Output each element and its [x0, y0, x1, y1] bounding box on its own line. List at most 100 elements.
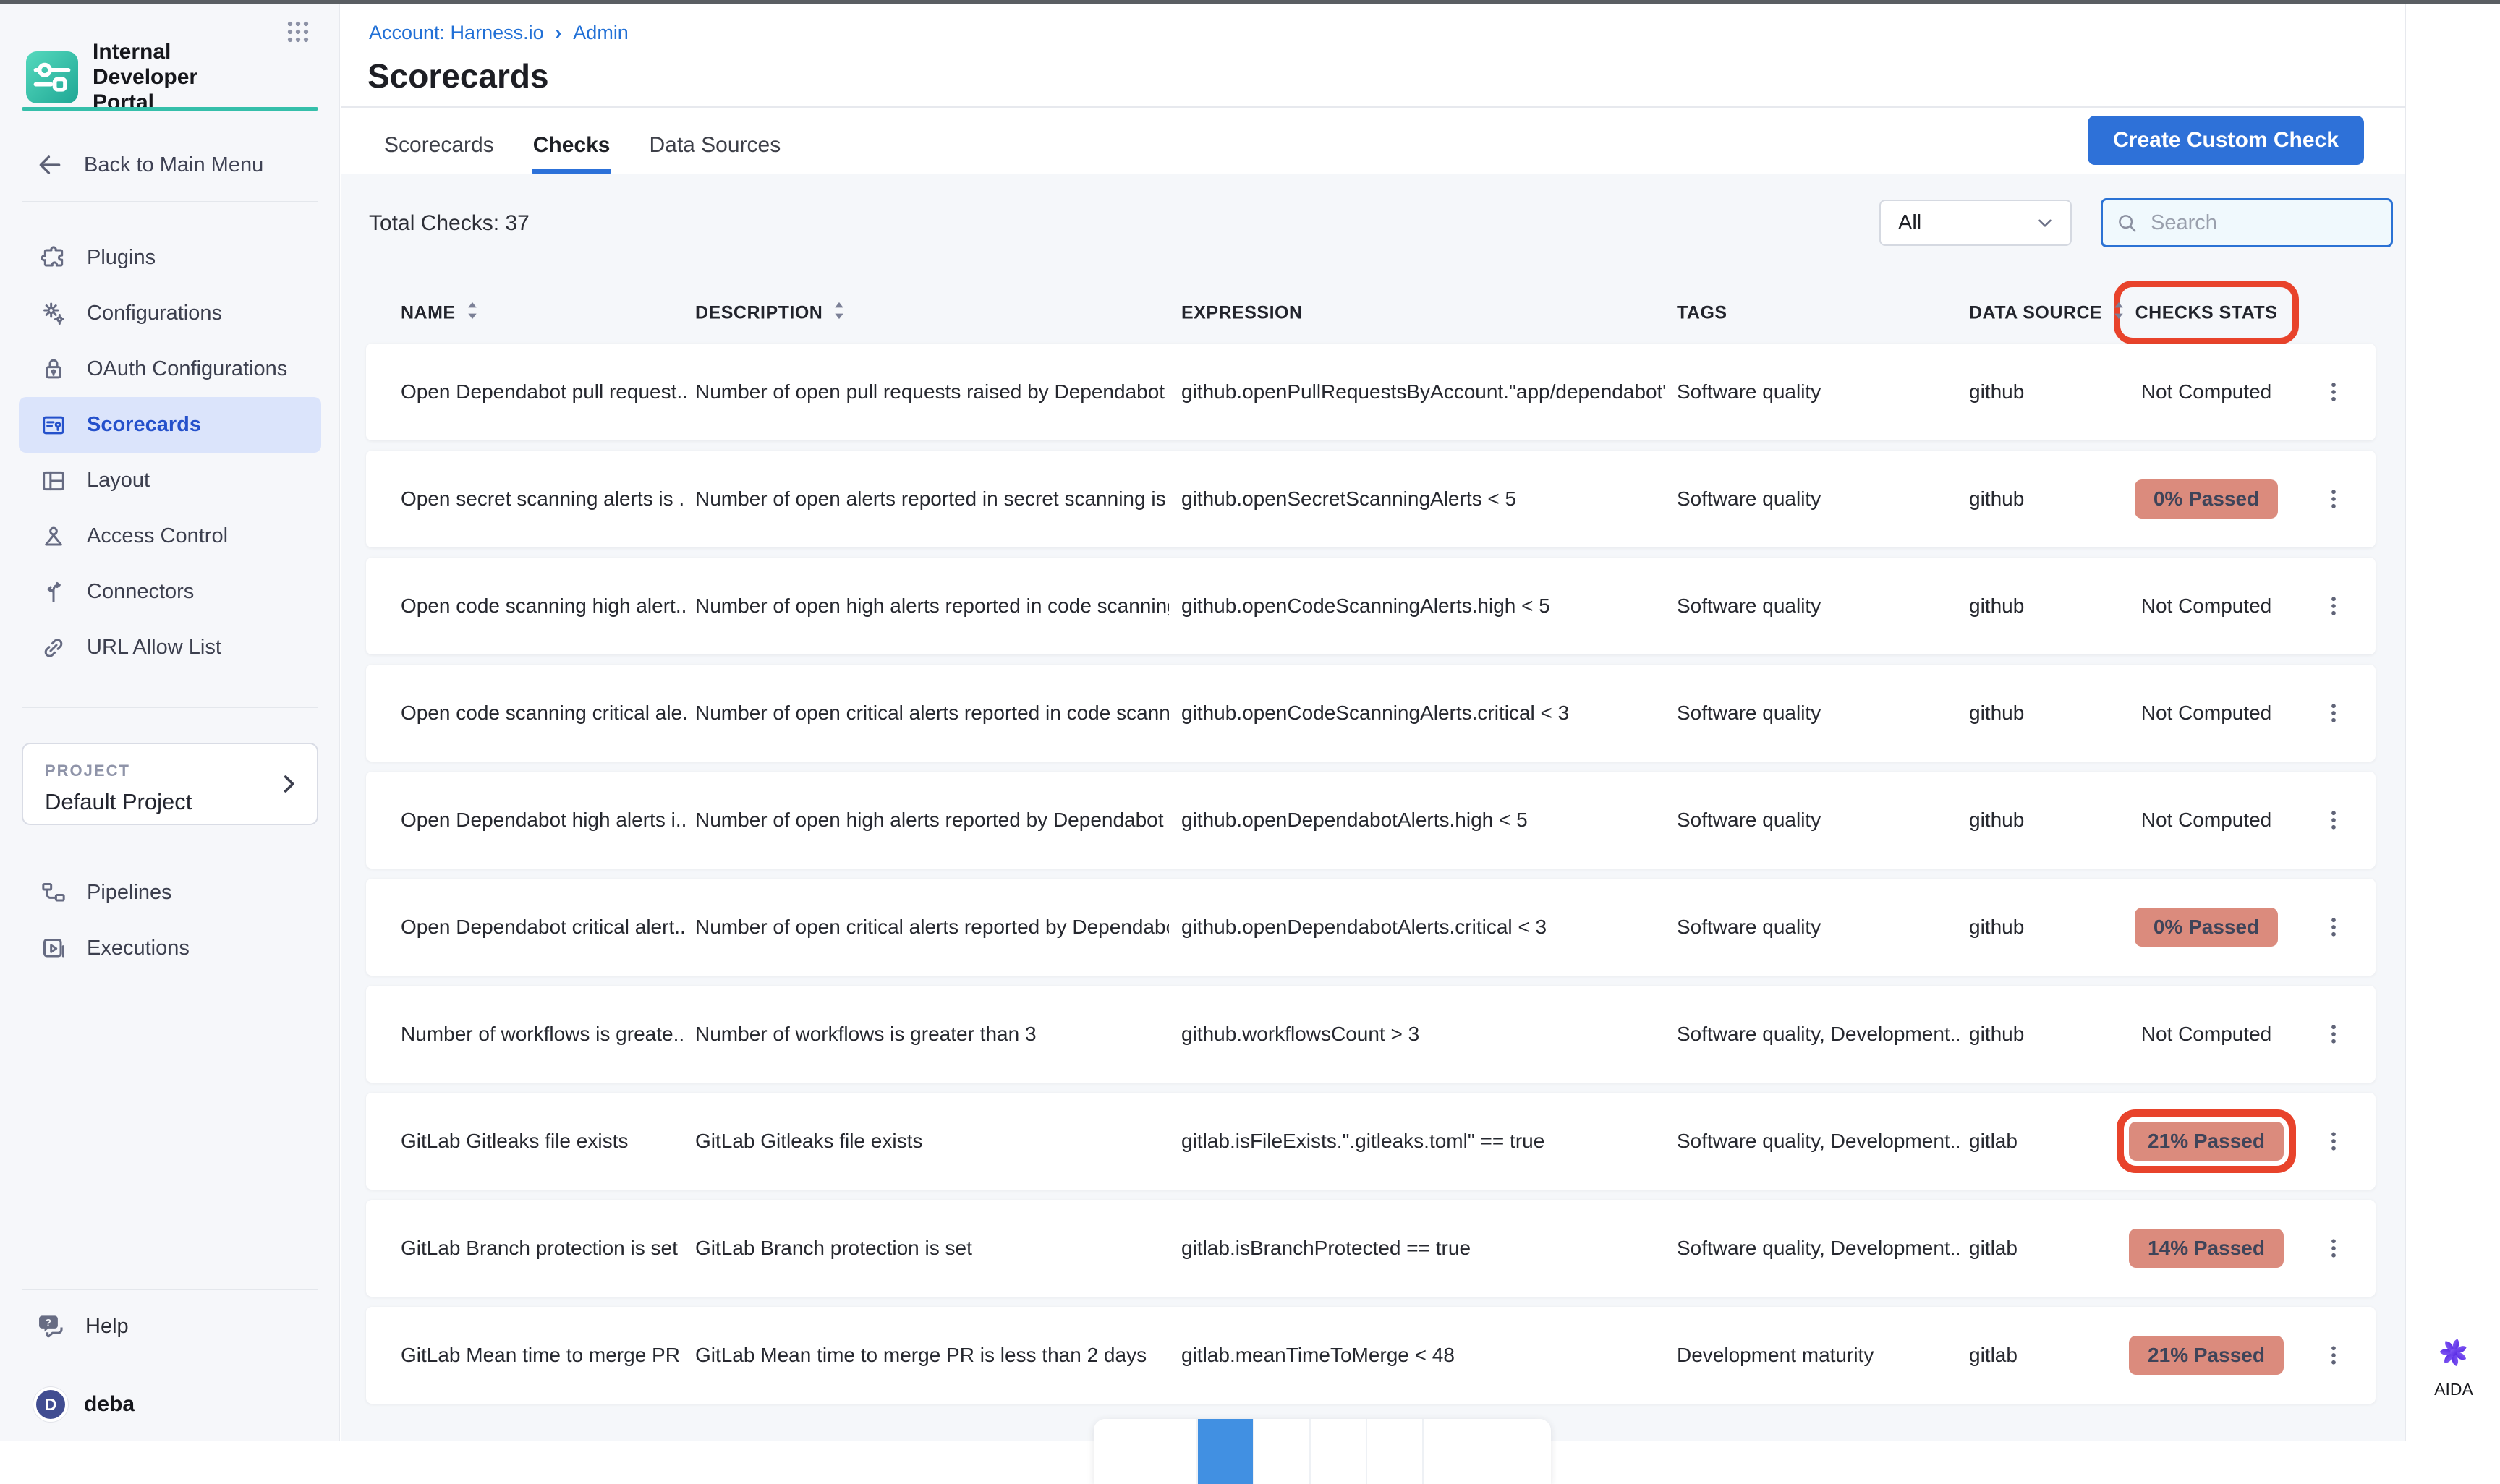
kebab-menu-icon[interactable] — [2319, 907, 2348, 947]
pagination — [1094, 1419, 1551, 1484]
check-data-source: github — [1969, 487, 2024, 511]
column-label: DESCRIPTION — [695, 303, 822, 324]
help-button[interactable]: ? Help — [13, 1308, 327, 1345]
tab-scorecards[interactable]: Scorecards — [383, 120, 496, 174]
check-description: Number of open pull requests raised by D… — [695, 380, 1169, 404]
check-data-source: gitlab — [1969, 1130, 2018, 1153]
check-name: Open secret scanning alerts is ... — [401, 487, 686, 511]
scorecards-icon — [39, 411, 68, 440]
sort-icon[interactable] — [456, 300, 480, 327]
search-icon — [2115, 211, 2138, 234]
table-row[interactable]: Open Dependabot critical alert...Number … — [366, 879, 2376, 976]
sidebar-item-oauth-configurations[interactable]: OAuth Configurations — [19, 341, 321, 397]
check-description: Number of open alerts reported in secret… — [695, 487, 1169, 511]
kebab-menu-icon[interactable] — [2319, 1228, 2348, 1268]
stats-text: Not Computed — [2141, 702, 2272, 725]
kebab-menu-icon[interactable] — [2319, 1014, 2348, 1054]
check-stats-cell: 0% Passed — [2083, 479, 2329, 519]
check-name: GitLab Gitleaks file exists — [401, 1130, 686, 1153]
help-label: Help — [85, 1315, 129, 1339]
check-description: Number of workflows is greater than 3 — [695, 1023, 1169, 1046]
page-button-active[interactable] — [1196, 1419, 1253, 1484]
datasource-filter-select[interactable]: All — [1879, 200, 2072, 246]
sidebar-item-plugins[interactable]: Plugins — [19, 230, 321, 286]
kebab-menu-icon[interactable] — [2319, 1335, 2348, 1376]
user-name: deba — [84, 1392, 135, 1417]
stats-text: Not Computed — [2141, 594, 2272, 618]
kebab-menu-icon[interactable] — [2319, 1121, 2348, 1161]
search-input[interactable] — [2101, 198, 2393, 247]
sidebar-item-executions[interactable]: Executions — [19, 921, 321, 976]
sidebar-item-layout[interactable]: Layout — [19, 453, 321, 508]
sidebar-item-pipelines[interactable]: Pipelines — [19, 865, 321, 921]
table-row[interactable]: Open Dependabot high alerts i...Number o… — [366, 772, 2376, 869]
check-description: GitLab Gitleaks file exists — [695, 1130, 1169, 1153]
project-selector[interactable]: PROJECT Default Project — [22, 743, 318, 825]
table-row[interactable]: Open code scanning high alert...Number o… — [366, 558, 2376, 654]
check-name: Open code scanning high alert... — [401, 594, 686, 618]
aida-label: AIDA — [2434, 1380, 2473, 1399]
check-expression: github.openCodeScanningAlerts.critical <… — [1181, 702, 1666, 725]
check-name: GitLab Branch protection is set — [401, 1237, 686, 1260]
back-to-main-menu[interactable]: Back to Main Menu — [13, 146, 327, 184]
user-menu[interactable]: D deba — [13, 1384, 327, 1425]
grid-menu-icon[interactable] — [282, 16, 314, 48]
sidebar-menu: PluginsConfigurations OAuth Configuration… — [0, 230, 340, 675]
column-header-checks-stats: CHECKS STATS — [2083, 303, 2329, 324]
column-header-name[interactable]: NAME — [401, 300, 480, 327]
sidebar: Internal Developer Portal Back to Main M… — [0, 4, 340, 1441]
table-row[interactable]: Number of workflows is greate...Number o… — [366, 986, 2376, 1083]
stats-badge: 21% Passed — [2129, 1336, 2284, 1375]
check-name: GitLab Mean time to merge PR ... — [401, 1344, 686, 1367]
check-stats-cell: 21% Passed — [2083, 1122, 2329, 1161]
breadcrumb-account[interactable]: Account: Harness.io — [369, 22, 544, 44]
sidebar-item-label: OAuth Configurations — [87, 357, 287, 381]
table-row[interactable]: Open code scanning critical ale...Number… — [366, 665, 2376, 762]
table-row[interactable]: Open Dependabot pull request...Number of… — [366, 344, 2376, 440]
page-button[interactable] — [1253, 1419, 1309, 1484]
table-row[interactable]: GitLab Mean time to merge PR ...GitLab M… — [366, 1307, 2376, 1404]
aida-button[interactable]: AIDA — [2406, 1332, 2500, 1399]
check-tags: Development maturity — [1677, 1344, 1959, 1367]
sidebar-item-url-allow-list[interactable]: URL Allow List — [19, 620, 321, 675]
filter-value: All — [1898, 211, 2034, 235]
sidebar-item-access-control[interactable]: Access Control — [19, 508, 321, 564]
check-tags: Software quality — [1677, 916, 1959, 939]
access-control-icon — [39, 522, 68, 551]
sidebar-item-label: Layout — [87, 469, 150, 492]
sidebar-item-scorecards[interactable]: Scorecards — [19, 397, 321, 453]
tab-checks[interactable]: Checks — [532, 120, 612, 174]
table-row[interactable]: GitLab Branch protection is setGitLab Br… — [366, 1200, 2376, 1297]
check-tags: Software quality, Development... — [1677, 1023, 1959, 1046]
kebab-menu-icon[interactable] — [2319, 372, 2348, 412]
tab-data-sources[interactable]: Data Sources — [647, 120, 782, 174]
sidebar-project-menu: PipelinesExecutions — [0, 865, 340, 976]
page-button[interactable] — [1366, 1419, 1422, 1484]
breadcrumb-admin[interactable]: Admin — [573, 22, 629, 44]
check-name: Open Dependabot high alerts i... — [401, 809, 686, 832]
check-expression: github.openSecretScanningAlerts < 5 — [1181, 487, 1666, 511]
kebab-menu-icon[interactable] — [2319, 693, 2348, 733]
kebab-menu-icon[interactable] — [2319, 586, 2348, 626]
check-data-source: github — [1969, 1023, 2024, 1046]
checks-table: Open Dependabot pull request...Number of… — [366, 344, 2376, 1404]
check-data-source: github — [1969, 594, 2024, 618]
sidebar-item-connectors[interactable]: Connectors — [19, 564, 321, 620]
sidebar-item-configurations[interactable]: Configurations — [19, 286, 321, 341]
kebab-menu-icon[interactable] — [2319, 800, 2348, 840]
table-row[interactable]: GitLab Gitleaks file exists GitLab Gitlea… — [366, 1093, 2376, 1190]
create-custom-check-button[interactable]: Create Custom Check — [2088, 116, 2364, 165]
sort-icon[interactable] — [822, 300, 847, 327]
kebab-menu-icon[interactable] — [2319, 479, 2348, 519]
table-row[interactable]: Open secret scanning alerts is ... Number… — [366, 451, 2376, 547]
help-icon: ? — [36, 1310, 68, 1342]
page-button[interactable] — [1309, 1419, 1366, 1484]
page-next-button[interactable] — [1422, 1419, 1549, 1484]
table-header: NAMEDESCRIPTIONEXPRESSIONTAGSDATA SOURCE… — [366, 289, 2376, 337]
column-label: DATA SOURCE — [1969, 303, 2102, 324]
page-prev-button[interactable] — [1094, 1419, 1196, 1484]
breadcrumb: Account: Harness.io › Admin — [369, 22, 629, 44]
check-expression: gitlab.isBranchProtected == true — [1181, 1237, 1666, 1260]
column-header-description[interactable]: DESCRIPTION — [695, 300, 847, 327]
check-description: Number of open critical alerts reported … — [695, 916, 1169, 939]
